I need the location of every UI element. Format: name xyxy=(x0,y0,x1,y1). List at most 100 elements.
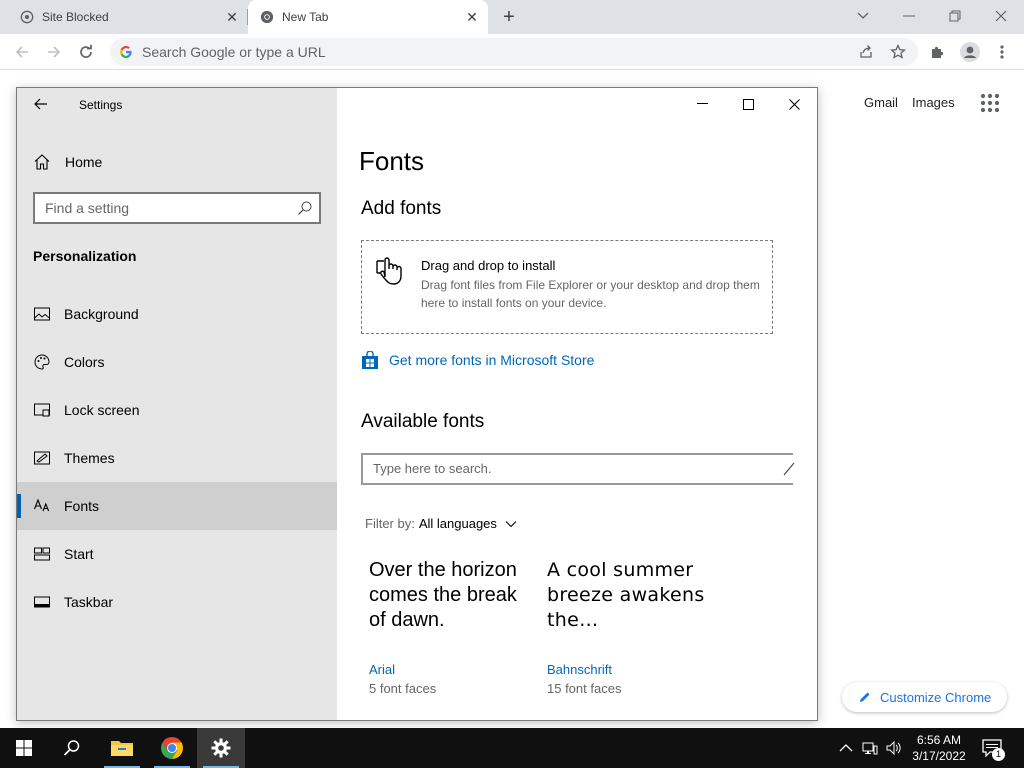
settings-close-button[interactable] xyxy=(774,92,814,116)
sidebar-item-background[interactable]: Background xyxy=(17,290,337,338)
tab-strip: Site Blocked ✕ New Tab ✕ + xyxy=(0,0,1024,34)
gear-icon xyxy=(211,738,231,758)
customize-chrome-button[interactable]: Customize Chrome xyxy=(842,682,1007,712)
share-button[interactable] xyxy=(854,40,878,64)
notification-badge: 1 xyxy=(992,748,1005,761)
arrow-left-icon xyxy=(34,98,47,110)
address-placeholder: Search Google or type a URL xyxy=(142,44,326,60)
sidebar-item-start[interactable]: Start xyxy=(17,530,337,578)
font-icon xyxy=(33,498,50,512)
settings-sidebar: Settings Home Find a setting Personaliza… xyxy=(17,88,337,720)
chevron-down-icon xyxy=(505,520,517,527)
sidebar-item-label: Lock screen xyxy=(64,402,140,418)
home-icon xyxy=(34,154,50,170)
microsoft-store-link[interactable]: Get more fonts in Microsoft Store xyxy=(361,350,594,370)
share-icon xyxy=(860,45,872,58)
browser-toolbar: Search Google or type a URL xyxy=(0,34,1024,70)
tab-search-icon[interactable] xyxy=(850,4,876,28)
apps-grid-icon[interactable] xyxy=(980,93,1000,113)
tab-title: New Tab xyxy=(282,10,329,24)
menu-button[interactable] xyxy=(990,40,1014,64)
system-clock[interactable]: 6:56 AM 3/17/2022 xyxy=(904,732,974,764)
taskbar: 6:56 AM 3/17/2022 1 xyxy=(0,728,1024,768)
volume-icon[interactable] xyxy=(886,740,902,756)
font-drop-zone[interactable]: Drag and drop to install Drag font files… xyxy=(361,240,773,334)
extensions-button[interactable] xyxy=(926,40,950,64)
search-button[interactable] xyxy=(48,728,96,768)
chrome-taskbar-button[interactable] xyxy=(148,728,196,768)
tab-site-blocked[interactable]: Site Blocked ✕ xyxy=(0,0,248,34)
available-fonts-heading: Available fonts xyxy=(361,411,485,432)
font-search-input[interactable]: Type here to search. xyxy=(361,453,795,485)
section-heading: Personalization xyxy=(33,248,137,264)
search-icon xyxy=(783,462,795,476)
settings-taskbar-button[interactable] xyxy=(197,728,245,768)
sidebar-item-label: Colors xyxy=(64,354,105,370)
gmail-link[interactable]: Gmail xyxy=(864,95,898,110)
taskbar-icon xyxy=(34,596,50,608)
network-icon[interactable] xyxy=(862,740,878,756)
file-explorer-button[interactable] xyxy=(98,728,146,768)
find-setting-input[interactable]: Find a setting xyxy=(33,192,321,224)
sidebar-item-label: Fonts xyxy=(64,498,100,514)
settings-maximize-button[interactable] xyxy=(728,92,768,116)
profile-button[interactable] xyxy=(958,40,982,64)
sidebar-item-home[interactable]: Home xyxy=(17,146,337,178)
sidebar-item-label: Start xyxy=(64,546,94,562)
address-bar[interactable]: Search Google or type a URL xyxy=(110,38,918,66)
chrome-icon xyxy=(260,10,274,24)
restore-button[interactable] xyxy=(942,4,968,28)
star-icon xyxy=(890,44,906,59)
settings-window: Settings Home Find a setting Personaliza… xyxy=(16,87,818,721)
forward-button[interactable] xyxy=(42,40,66,64)
google-icon xyxy=(120,46,132,58)
drop-zone-title: Drag and drop to install xyxy=(421,258,556,273)
font-face-count: 5 font faces xyxy=(369,681,437,696)
globe-icon xyxy=(20,10,34,24)
customize-chrome-label: Customize Chrome xyxy=(880,689,992,705)
back-button[interactable] xyxy=(31,94,51,114)
store-icon xyxy=(362,351,378,369)
reload-button[interactable] xyxy=(74,40,98,64)
font-name[interactable]: Bahnschrift xyxy=(547,662,612,677)
search-icon xyxy=(298,201,312,215)
clock-time: 6:56 AM xyxy=(916,733,962,747)
settings-minimize-button[interactable] xyxy=(682,92,722,116)
drop-zone-description: Drag font files from File Explorer or yo… xyxy=(421,278,760,310)
palette-icon xyxy=(34,354,50,370)
chevron-up-icon[interactable] xyxy=(838,740,854,756)
sidebar-item-taskbar[interactable]: Taskbar xyxy=(17,578,337,626)
tab-title: Site Blocked xyxy=(42,10,109,24)
language-filter[interactable]: Filter by: All languages xyxy=(365,516,517,531)
back-button[interactable] xyxy=(10,40,34,64)
pencil-icon xyxy=(860,692,870,702)
start-button[interactable] xyxy=(0,728,48,768)
arrow-right-icon xyxy=(48,46,61,58)
selection-indicator xyxy=(17,494,21,518)
search-icon xyxy=(63,740,80,756)
close-window-button[interactable] xyxy=(988,4,1014,28)
sidebar-item-label: Background xyxy=(64,306,139,322)
sidebar-item-colors[interactable]: Colors xyxy=(17,338,337,386)
avatar-icon xyxy=(960,42,980,62)
sidebar-item-lock-screen[interactable]: Lock screen xyxy=(17,386,337,434)
new-tab-button[interactable]: + xyxy=(498,6,520,28)
tab-new-tab[interactable]: New Tab ✕ xyxy=(248,0,488,34)
sidebar-item-themes[interactable]: Themes xyxy=(17,434,337,482)
font-preview-arial[interactable]: Over the horizon comes the break of dawn… xyxy=(369,558,519,633)
search-placeholder: Type here to search. xyxy=(373,461,492,476)
notification-center-button[interactable]: 1 xyxy=(982,739,1006,761)
close-tab-icon[interactable]: ✕ xyxy=(224,9,240,25)
filter-value: All languages xyxy=(418,516,497,531)
font-preview-bahnschrift[interactable]: A cool summer breeze awakens the… xyxy=(547,558,707,633)
close-tab-icon[interactable]: ✕ xyxy=(464,9,480,25)
arrow-left-icon xyxy=(15,46,28,58)
minimize-button[interactable] xyxy=(896,4,922,28)
themes-icon xyxy=(34,451,50,465)
font-name[interactable]: Arial xyxy=(369,662,395,677)
sidebar-item-fonts[interactable]: Fonts xyxy=(17,482,337,530)
bookmark-button[interactable] xyxy=(886,40,910,64)
store-link-label: Get more fonts in Microsoft Store xyxy=(389,352,595,368)
sidebar-item-label: Themes xyxy=(64,450,115,466)
images-link[interactable]: Images xyxy=(912,95,955,110)
